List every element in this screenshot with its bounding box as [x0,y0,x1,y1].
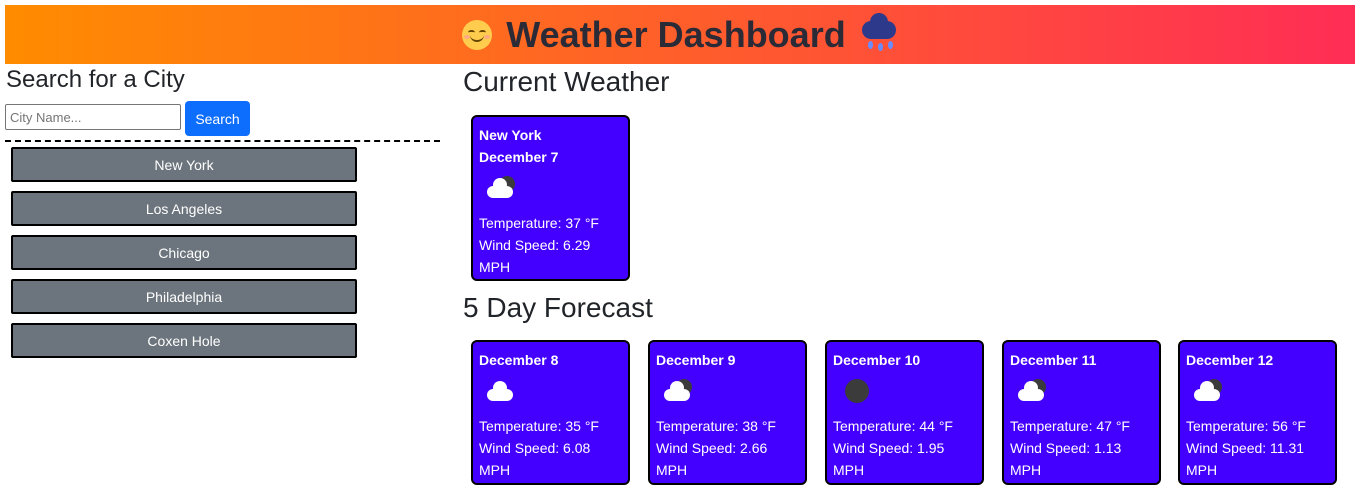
city-search-input[interactable] [5,104,181,130]
forecast-temperature: Temperature: 56 °F [1186,418,1306,434]
forecast-temperature: Temperature: 35 °F [479,418,599,434]
forecast-wind: Wind Speed: 1.13 MPH [1010,440,1122,478]
partly-cloudy-icon [1016,377,1048,405]
partly-cloudy-icon [1192,377,1224,405]
smiling-face-icon [462,19,493,50]
history-button-coxen-hole[interactable]: Coxen Hole [11,323,357,358]
forecast-humidity: Humidity: 71% [833,481,976,489]
current-city: New York [479,127,542,143]
forecast-card: December 11 Temperature: 47 °F Wind Spee… [1002,340,1161,489]
forecast-wind: Wind Speed: 1.95 MPH [833,440,945,478]
current-temperature: Temperature: 37 °F [479,215,599,231]
forecast-temperature: Temperature: 47 °F [1010,418,1130,434]
forecast-humidity: Humidity: 93% [1186,481,1329,489]
page-header: Weather Dashboard [5,5,1355,64]
forecast-date: December 12 [1186,352,1274,368]
forecast-card: December 10 Temperature: 44 °F Wind Spee… [825,340,984,489]
forecast-wind: Wind Speed: 2.66 MPH [656,440,768,478]
search-history-list: New York Los Angeles Chicago Philadelphi… [11,147,357,367]
forecast-date: December 8 [479,352,559,368]
storm-cloud-icon [860,12,898,53]
forecast-date: December 10 [833,352,921,368]
search-button[interactable]: Search [185,101,250,136]
forecast-title: 5 Day Forecast [463,292,653,323]
forecast-wind: Wind Speed: 11.31 MPH [1186,440,1305,478]
forecast-wind: Wind Speed: 6.08 MPH [479,440,591,478]
forecast-humidity: Humidity: 51% [479,481,622,489]
current-weather-title: Current Weather [463,66,670,97]
history-button-chicago[interactable]: Chicago [11,235,357,270]
forecast-humidity: Humidity: 69% [656,481,799,489]
search-title: Search for a City [6,66,185,93]
forecast-date: December 9 [656,352,736,368]
current-date: December 7 [479,149,559,165]
current-weather-card: New York December 7 Temperature: 37 °F W… [471,115,630,297]
current-wind: Wind Speed: 6.29 MPH [479,237,591,275]
forecast-humidity: Humidity: 77% [1010,481,1153,489]
partly-cloudy-icon [485,174,517,202]
divider [5,140,440,142]
history-button-philadelphia[interactable]: Philadelphia [11,279,357,314]
cloud-icon [485,377,517,405]
forecast-card: December 12 Temperature: 56 °F Wind Spee… [1178,340,1337,489]
forecast-date: December 11 [1010,352,1097,368]
app-title-row: Weather Dashboard [462,12,898,56]
history-button-los-angeles[interactable]: Los Angeles [11,191,357,226]
forecast-temperature: Temperature: 44 °F [833,418,953,434]
partly-cloudy-icon [662,377,694,405]
moon-icon [839,377,871,405]
forecast-card: December 8 Temperature: 35 °F Wind Speed… [471,340,630,489]
forecast-card: December 9 Temperature: 38 °F Wind Speed… [648,340,807,489]
app-title: Weather Dashboard [506,13,846,55]
history-button-new-york[interactable]: New York [11,147,357,182]
forecast-temperature: Temperature: 38 °F [656,418,776,434]
